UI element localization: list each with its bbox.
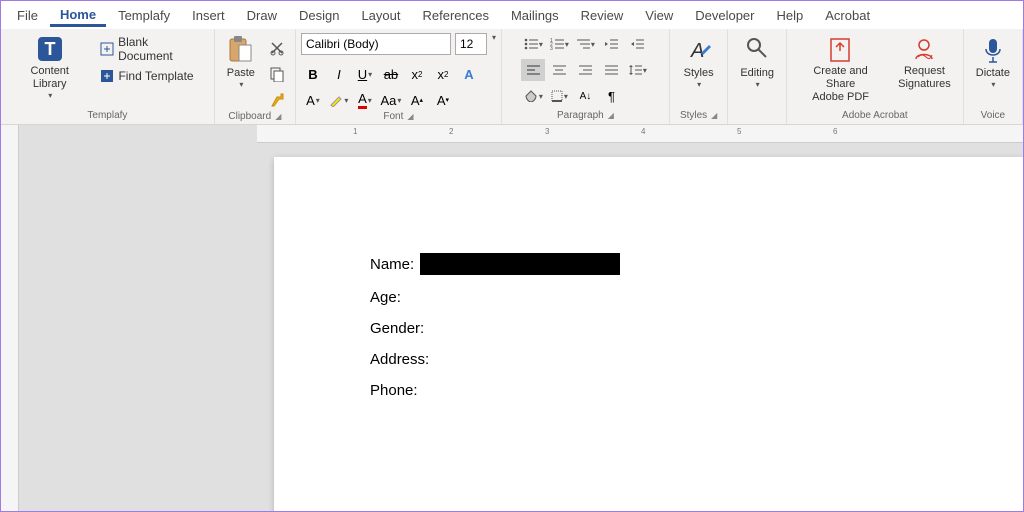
menu-tab-file[interactable]: File: [7, 4, 48, 27]
justify-icon[interactable]: [599, 59, 623, 81]
menu-tab-help[interactable]: Help: [767, 4, 814, 27]
group-label-clipboard: Clipboard: [228, 111, 271, 122]
dialog-launcher-icon[interactable]: ◢: [608, 111, 614, 120]
font-color-icon[interactable]: A▾: [353, 89, 377, 111]
menu-bar: FileHomeTemplafyInsertDrawDesignLayoutRe…: [1, 1, 1023, 29]
shading-icon[interactable]: ▾: [521, 85, 545, 107]
grow-font-icon[interactable]: A▴: [405, 89, 429, 111]
numbering-icon[interactable]: 123▾: [547, 33, 571, 55]
format-painter-icon[interactable]: [265, 89, 289, 111]
dialog-launcher-icon[interactable]: ◢: [711, 111, 717, 120]
find-template-button[interactable]: Find Template: [96, 67, 207, 85]
field-age: Age:: [370, 289, 928, 306]
group-label-paragraph: Paragraph: [557, 110, 604, 121]
show-marks-icon[interactable]: ¶: [599, 85, 623, 107]
cut-icon[interactable]: [265, 37, 289, 59]
styles-button[interactable]: A Styles▾: [678, 33, 720, 92]
field-address: Address:: [370, 351, 928, 368]
content-library-button[interactable]: T Content Library ▾: [7, 33, 92, 103]
dialog-launcher-icon[interactable]: ◢: [275, 112, 281, 121]
menu-tab-references[interactable]: References: [412, 4, 498, 27]
group-label-templafy: Templafy: [83, 110, 131, 122]
increase-indent-icon[interactable]: [625, 33, 649, 55]
align-center-icon[interactable]: [547, 59, 571, 81]
group-label-styles: Styles: [680, 110, 707, 121]
align-left-icon[interactable]: [521, 59, 545, 81]
chevron-down-icon: ▾: [239, 80, 243, 90]
editing-button[interactable]: Editing▾: [734, 33, 780, 92]
content-library-label: Content Library: [13, 65, 86, 91]
group-label-acrobat: Adobe Acrobat: [838, 110, 912, 122]
menu-tab-view[interactable]: View: [635, 4, 683, 27]
decrease-indent-icon[interactable]: [599, 33, 623, 55]
bold-icon[interactable]: B: [301, 63, 325, 85]
group-label-voice: Voice: [977, 110, 1009, 122]
align-right-icon[interactable]: [573, 59, 597, 81]
shrink-font-icon[interactable]: A▾: [431, 89, 455, 111]
menu-tab-design[interactable]: Design: [289, 4, 349, 27]
subscript-icon[interactable]: x2: [405, 63, 429, 85]
borders-icon[interactable]: ▾: [547, 85, 571, 107]
italic-icon[interactable]: I: [327, 63, 351, 85]
menu-tab-templafy[interactable]: Templafy: [108, 4, 180, 27]
menu-tab-review[interactable]: Review: [571, 4, 634, 27]
copy-icon[interactable]: [265, 63, 289, 85]
blank-document-button[interactable]: Blank Document: [96, 33, 207, 65]
svg-text:T: T: [44, 39, 55, 59]
menu-tab-draw[interactable]: Draw: [237, 4, 287, 27]
create-share-pdf-button[interactable]: Create and Share Adobe PDF: [793, 33, 888, 107]
document-page[interactable]: Name: Age: Gender: Address: Phone:: [274, 157, 1023, 511]
chevron-down-icon: ▾: [756, 80, 760, 90]
menu-tab-developer[interactable]: Developer: [685, 4, 764, 27]
field-name: Name:: [370, 253, 928, 275]
chevron-down-icon: ▾: [697, 80, 701, 90]
superscript-icon[interactable]: x2: [431, 63, 455, 85]
ribbon: T Content Library ▾ Blank Document Find …: [1, 29, 1023, 125]
font-size-select[interactable]: [455, 33, 487, 55]
chevron-down-icon[interactable]: ▾: [492, 33, 496, 55]
group-label-editing: [753, 121, 761, 122]
dictate-button[interactable]: Dictate▾: [970, 33, 1016, 92]
vertical-ruler: [1, 125, 19, 511]
menu-tab-insert[interactable]: Insert: [182, 4, 235, 27]
text-effects-icon[interactable]: A: [457, 63, 481, 85]
line-spacing-icon[interactable]: ▾: [625, 59, 649, 81]
highlight-icon[interactable]: ▾: [327, 89, 351, 111]
change-case-icon[interactable]: Aa▾: [379, 89, 403, 111]
field-gender: Gender:: [370, 320, 928, 337]
chevron-down-icon: ▾: [991, 80, 995, 90]
sort-icon[interactable]: A↓: [573, 85, 597, 107]
svg-text:3: 3: [550, 46, 553, 50]
svg-text:A: A: [690, 40, 704, 62]
paste-button[interactable]: Paste▾: [221, 33, 261, 92]
menu-tab-mailings[interactable]: Mailings: [501, 4, 569, 27]
strikethrough-icon[interactable]: ab: [379, 63, 403, 85]
field-phone: Phone:: [370, 382, 928, 399]
menu-tab-home[interactable]: Home: [50, 3, 106, 27]
menu-tab-acrobat[interactable]: Acrobat: [815, 4, 880, 27]
dialog-launcher-icon[interactable]: ◢: [407, 112, 413, 121]
work-area: 123456 Name: Age: Gender: Address: Phone…: [1, 125, 1023, 511]
menu-tab-layout[interactable]: Layout: [351, 4, 410, 27]
underline-icon[interactable]: U▾: [353, 63, 377, 85]
font-name-select[interactable]: [301, 33, 451, 55]
multilevel-list-icon[interactable]: ▾: [573, 33, 597, 55]
chevron-down-icon: ▾: [48, 91, 52, 101]
font-color-a-icon[interactable]: A▾: [301, 89, 325, 111]
request-signatures-button[interactable]: Request Signatures: [892, 33, 957, 93]
redaction-block: [420, 253, 620, 275]
group-label-font: Font: [383, 111, 403, 122]
horizontal-ruler: 123456: [257, 125, 1023, 143]
bullets-icon[interactable]: ▾: [521, 33, 545, 55]
